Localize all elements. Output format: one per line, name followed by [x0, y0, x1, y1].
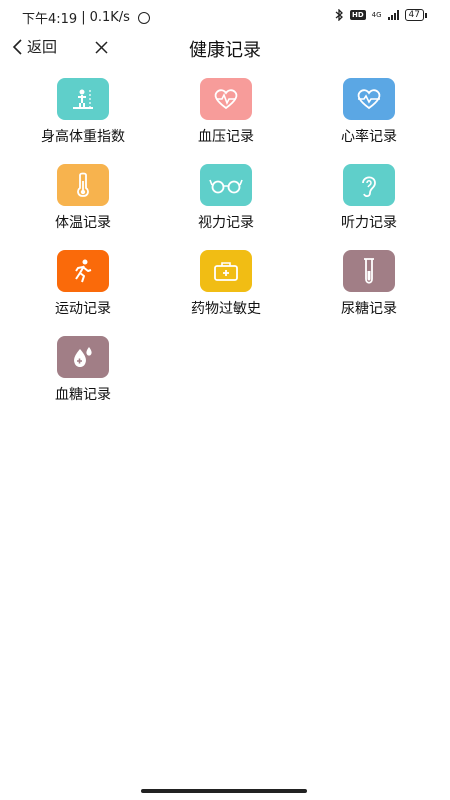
ear-icon — [362, 176, 376, 198]
tile-vision — [200, 164, 252, 206]
signal-icon — [387, 10, 399, 20]
record-label: 听力记录 — [341, 215, 397, 231]
tile-urine-sugar — [343, 250, 395, 292]
tile-hearing — [343, 164, 395, 206]
record-label: 血压记录 — [198, 129, 254, 145]
record-label: 体温记录 — [55, 215, 111, 231]
running-icon — [75, 259, 92, 283]
tile-blood-pressure — [200, 78, 252, 120]
heart-rate-icon — [357, 89, 381, 110]
record-item-blood-sugar[interactable]: 血糖记录 — [13, 336, 153, 404]
network-speed: 0.1K/s — [89, 10, 130, 25]
tile-drug-allergy — [200, 250, 252, 292]
record-label: 身高体重指数 — [41, 129, 125, 145]
battery-icon: 47 — [404, 9, 428, 21]
record-item-vision[interactable]: 视力记录 — [156, 164, 296, 232]
thermometer-icon — [77, 172, 89, 197]
glasses-icon — [209, 179, 243, 194]
tile-bmi — [57, 78, 109, 120]
record-label: 药物过敏史 — [191, 301, 261, 317]
record-item-temperature[interactable]: 体温记录 — [13, 164, 153, 232]
status-time: 下午4:19 — [22, 12, 78, 27]
network-type: 4G — [371, 11, 382, 19]
status-bar: 下午4:19 | 0.1K/s HD 4G 47 — [0, 0, 450, 34]
tile-temperature — [57, 164, 109, 206]
medicine-box-icon — [214, 262, 238, 281]
nav-bar: 返回 健康记录 — [0, 34, 450, 64]
record-item-urine-sugar[interactable]: 尿糖记录 — [299, 250, 439, 318]
page-title: 健康记录 — [189, 40, 261, 61]
record-label: 心率记录 — [341, 129, 397, 145]
record-label: 运动记录 — [55, 301, 111, 317]
blood-drop-icon — [74, 347, 92, 367]
record-item-hearing[interactable]: 听力记录 — [299, 164, 439, 232]
record-item-bmi[interactable]: 身高体重指数 — [13, 78, 153, 146]
hd-badge: HD — [349, 10, 366, 20]
record-label: 尿糖记录 — [341, 301, 397, 317]
record-item-drug-allergy[interactable]: 药物过敏史 — [156, 250, 296, 318]
record-item-blood-pressure[interactable]: 血压记录 — [156, 78, 296, 146]
tile-heart-rate — [343, 78, 395, 120]
test-tube-icon — [364, 258, 374, 284]
alarm-icon — [137, 11, 150, 24]
status-right: HD 4G 47 — [335, 9, 428, 21]
bluetooth-icon — [335, 9, 343, 21]
body-scale-icon — [73, 89, 93, 109]
record-item-exercise[interactable]: 运动记录 — [13, 250, 153, 318]
tile-exercise — [57, 250, 109, 292]
heart-pulse-icon — [214, 89, 238, 110]
home-indicator[interactable] — [141, 789, 307, 793]
record-item-heart-rate[interactable]: 心率记录 — [299, 78, 439, 146]
status-separator: | — [81, 10, 86, 25]
record-label: 视力记录 — [198, 215, 254, 231]
battery-level: 47 — [408, 10, 420, 20]
status-left: 下午4:19 | 0.1K/s — [22, 8, 150, 27]
tile-blood-sugar — [57, 336, 109, 378]
record-label: 血糖记录 — [55, 387, 111, 403]
